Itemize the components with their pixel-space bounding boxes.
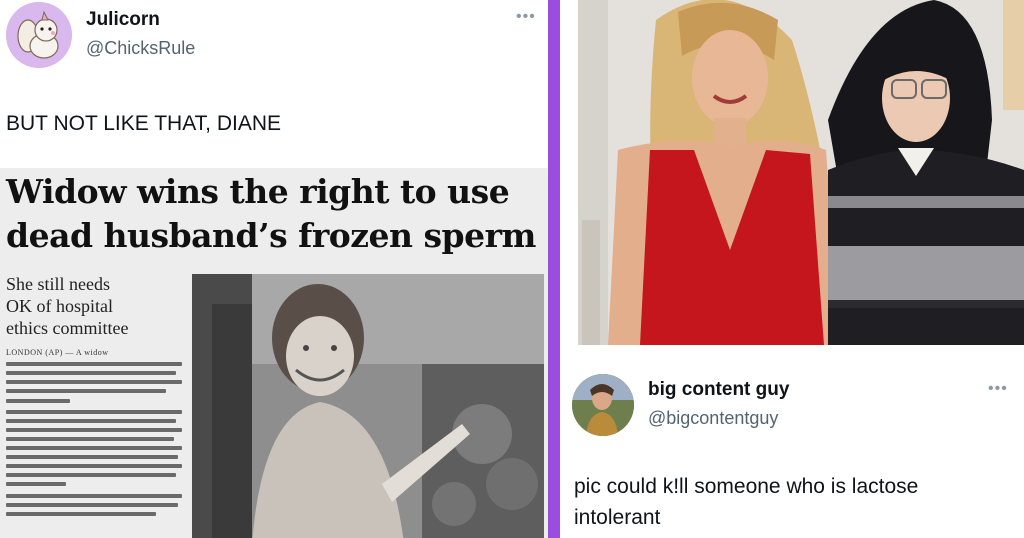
right-display-name[interactable]: big content guy [648,379,789,401]
right-tweet-text-line1: pic could k!ll someone who is lactose [574,475,919,498]
right-tweet-text-line2: intolerant [574,506,661,529]
clipping-subhead-line2: OK of hospital [6,296,113,316]
clipping-dateline: LONDON (AP) — A widow [6,348,109,357]
panel-divider [548,0,560,538]
clipping-subhead-line3: ethics committee [6,318,129,338]
widow-photo [192,274,544,538]
clipping-headline-line1: Widow wins the right to use [6,172,510,211]
more-options-icon[interactable]: ••• [516,8,536,26]
newspaper-clipping-image: Widow wins the right to use dead husband… [0,168,548,538]
squirrel-avatar-icon[interactable] [6,2,72,68]
clipping-headline-line2: dead husband’s frozen sperm [6,216,536,255]
left-tweet-text: BUT NOT LIKE THAT, DIANE [6,112,282,135]
user-avatar-icon[interactable] [572,374,634,436]
two-women-photo [578,0,1024,345]
left-tweet-card: Julicorn @ChicksRule ••• BUT NOT LIKE TH… [0,0,548,538]
more-options-icon[interactable]: ••• [988,380,1008,398]
clipping-subhead-line1: She still needs [6,274,110,294]
left-handle[interactable]: @ChicksRule [86,38,195,59]
left-display-name[interactable]: Julicorn [86,9,160,31]
right-tweet-card: big content guy @bigcontentguy ••• pic c… [560,0,1024,538]
right-handle[interactable]: @bigcontentguy [648,408,778,429]
